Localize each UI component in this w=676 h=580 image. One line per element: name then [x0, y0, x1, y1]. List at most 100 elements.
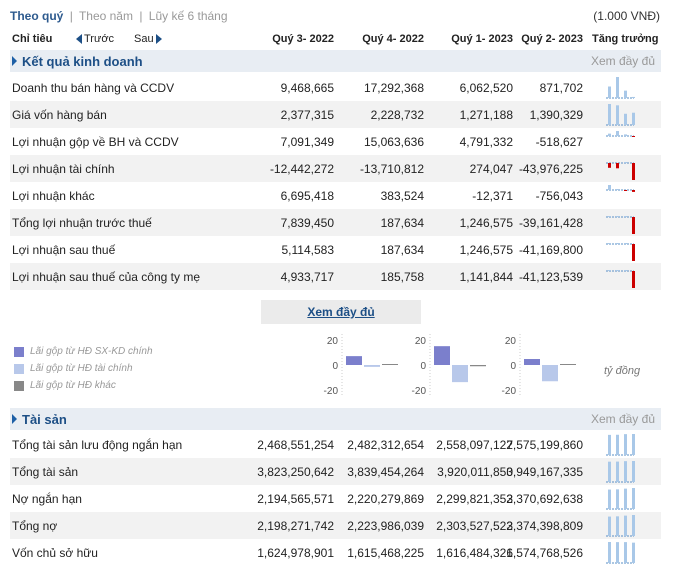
- sparkline-bar: [632, 244, 635, 261]
- mini-chart-bar: [382, 364, 398, 365]
- sparkline-bar: [632, 163, 635, 180]
- sparkline-bar: [616, 270, 619, 271]
- row-label: Tổng lợi nhuận trước thuế: [12, 216, 152, 230]
- period-bar: Theo quý | Theo năm | Lũy kế 6 tháng (1.…: [0, 0, 676, 30]
- sparkline-bar: [616, 131, 619, 136]
- prev-button[interactable]: Trước: [76, 33, 114, 45]
- table-row: Tổng tài sản lưu động ngắn hạn 2,468,551,…: [10, 431, 661, 458]
- table-row: Tổng nợ 2,198,271,742 2,223,986,039 2,303,5…: [10, 512, 661, 539]
- sparkline-bar: [624, 270, 627, 271]
- sparkline-bar: [616, 542, 619, 563]
- sparkline-bar: [616, 77, 619, 98]
- tab-yearly[interactable]: Theo năm: [79, 9, 133, 23]
- row-value: 2,198,271,742: [257, 519, 334, 533]
- sparkline-bar: [624, 461, 627, 482]
- table-row: Tổng tài sản 3,823,250,642 3,839,454,264 3,…: [10, 458, 661, 485]
- legend-swatch: [14, 381, 24, 391]
- mini-chart-tick: 20: [505, 336, 517, 347]
- row-value: -756,043: [535, 189, 583, 203]
- row-value: 185,758: [380, 270, 424, 284]
- growth-sparkline: [606, 542, 635, 564]
- section-title: Tài sản: [22, 412, 67, 427]
- sparkline-bar: [608, 86, 611, 98]
- row-value: 5,114,583: [281, 243, 335, 257]
- sparkline-bar: [616, 105, 619, 125]
- row-value: 7,091,349: [280, 135, 334, 149]
- income-more-link[interactable]: Xem đầy đủ: [591, 54, 655, 68]
- tab-quarterly[interactable]: Theo quý: [10, 9, 63, 23]
- mini-chart-tick: 0: [510, 361, 516, 372]
- row-label: Vốn chủ sở hữu: [12, 546, 98, 560]
- sparkline-bar: [624, 216, 627, 217]
- row-value: -13,710,812: [359, 162, 424, 176]
- sparkline-bar: [608, 243, 611, 244]
- row-label: Lợi nhuận sau thuế: [12, 243, 116, 257]
- row-value: -12,442,272: [269, 162, 334, 176]
- row-label: Giá vốn hàng bán: [12, 108, 107, 122]
- growth-sparkline: [606, 185, 635, 192]
- sparkline-bar: [608, 434, 611, 455]
- mini-chart-tick: 0: [332, 361, 338, 372]
- mini-chart-bar: [542, 365, 558, 382]
- row-value: 3,949,167,335: [506, 465, 583, 479]
- mini-chart: 20 0 -20: [412, 334, 486, 396]
- row-value: 2,377,315: [280, 108, 334, 122]
- legend-label: Lãi gộp từ HĐ SX-KD chính: [30, 346, 153, 357]
- prev-label: Trước: [84, 33, 115, 45]
- arrow-right-icon: [155, 34, 162, 45]
- mini-chart-bar: [346, 356, 362, 365]
- more-button[interactable]: Xem đầy đủ: [261, 300, 421, 324]
- growth-sparkline: [606, 270, 635, 288]
- row-value: 2,194,565,571: [257, 492, 334, 506]
- row-label: Doanh thu bán hàng và CCDV: [12, 81, 175, 95]
- mini-chart-bar: [524, 359, 540, 365]
- sparkline-bar: [616, 189, 619, 190]
- growth-sparkline: [606, 243, 635, 261]
- sparkline-bar: [608, 461, 611, 482]
- unit-label: (1.000 VNĐ): [593, 9, 660, 23]
- sparkline-bar: [632, 488, 635, 509]
- row-label: Lợi nhuận gộp về BH và CCDV: [12, 135, 179, 149]
- period-tabs: Theo quý | Theo năm | Lũy kế 6 tháng: [10, 9, 228, 23]
- legend-label: Lãi gộp từ HĐ tài chính: [30, 363, 133, 374]
- section-assets: Tài sản Xem đầy đủ: [10, 408, 661, 430]
- row-value: 187,634: [380, 243, 424, 257]
- next-button[interactable]: Sau: [134, 33, 162, 45]
- mini-chart-bar: [364, 365, 380, 367]
- tab-separator: |: [139, 9, 143, 23]
- sparkline-bar: [632, 542, 635, 563]
- table-row: Nợ ngắn hạn 2,194,565,571 2,220,279,869 2,2…: [10, 485, 661, 512]
- tab-ytd-6-months[interactable]: Lũy kế 6 tháng: [149, 9, 228, 23]
- header-label: Chỉ tiêu: [12, 33, 53, 45]
- row-value: 9,468,665: [280, 81, 334, 95]
- mini-chart-bar: [470, 365, 486, 367]
- mini-chart-tick: -20: [324, 386, 339, 396]
- assets-more-link[interactable]: Xem đầy đủ: [591, 412, 655, 426]
- sparkline-bar: [624, 542, 627, 563]
- sparkline-bar: [616, 243, 619, 244]
- sparkline-bar: [624, 162, 627, 163]
- section-marker-icon: [12, 414, 17, 424]
- row-value: 15,063,636: [363, 135, 424, 149]
- sparkline-bar: [616, 461, 619, 482]
- row-value: -39,161,428: [518, 216, 583, 230]
- row-value: 187,634: [380, 216, 424, 230]
- table-row: Lợi nhuận gộp về BH và CCDV 7,091,349 15,0…: [10, 128, 661, 155]
- row-value: 4,933,717: [280, 270, 334, 284]
- sparkline-bar: [616, 216, 619, 217]
- sparkline-bar: [616, 163, 619, 169]
- row-value: 383,524: [380, 189, 424, 203]
- sparkline-bar: [624, 134, 627, 136]
- sparkline-bar: [616, 434, 619, 455]
- table-row: Tổng lợi nhuận trước thuế 7,839,450 187,63…: [10, 209, 661, 236]
- sparkline-bar: [608, 104, 611, 125]
- sparkline-bar: [624, 190, 627, 191]
- row-label: Tổng tài sản: [12, 465, 79, 479]
- sparkline-bar: [624, 488, 627, 509]
- more-button-link[interactable]: Xem đầy đủ: [307, 305, 374, 319]
- table-row: Doanh thu bán hàng và CCDV 9,468,665 17,29…: [10, 74, 661, 101]
- table-row: Lợi nhuận khác 6,695,418 383,524 -12,371 -75…: [10, 182, 661, 209]
- legend-item: Lãi gộp từ HĐ SX-KD chính: [14, 345, 153, 362]
- row-label: Lợi nhuận khác: [12, 189, 95, 203]
- mini-chart-tick: 20: [415, 336, 427, 347]
